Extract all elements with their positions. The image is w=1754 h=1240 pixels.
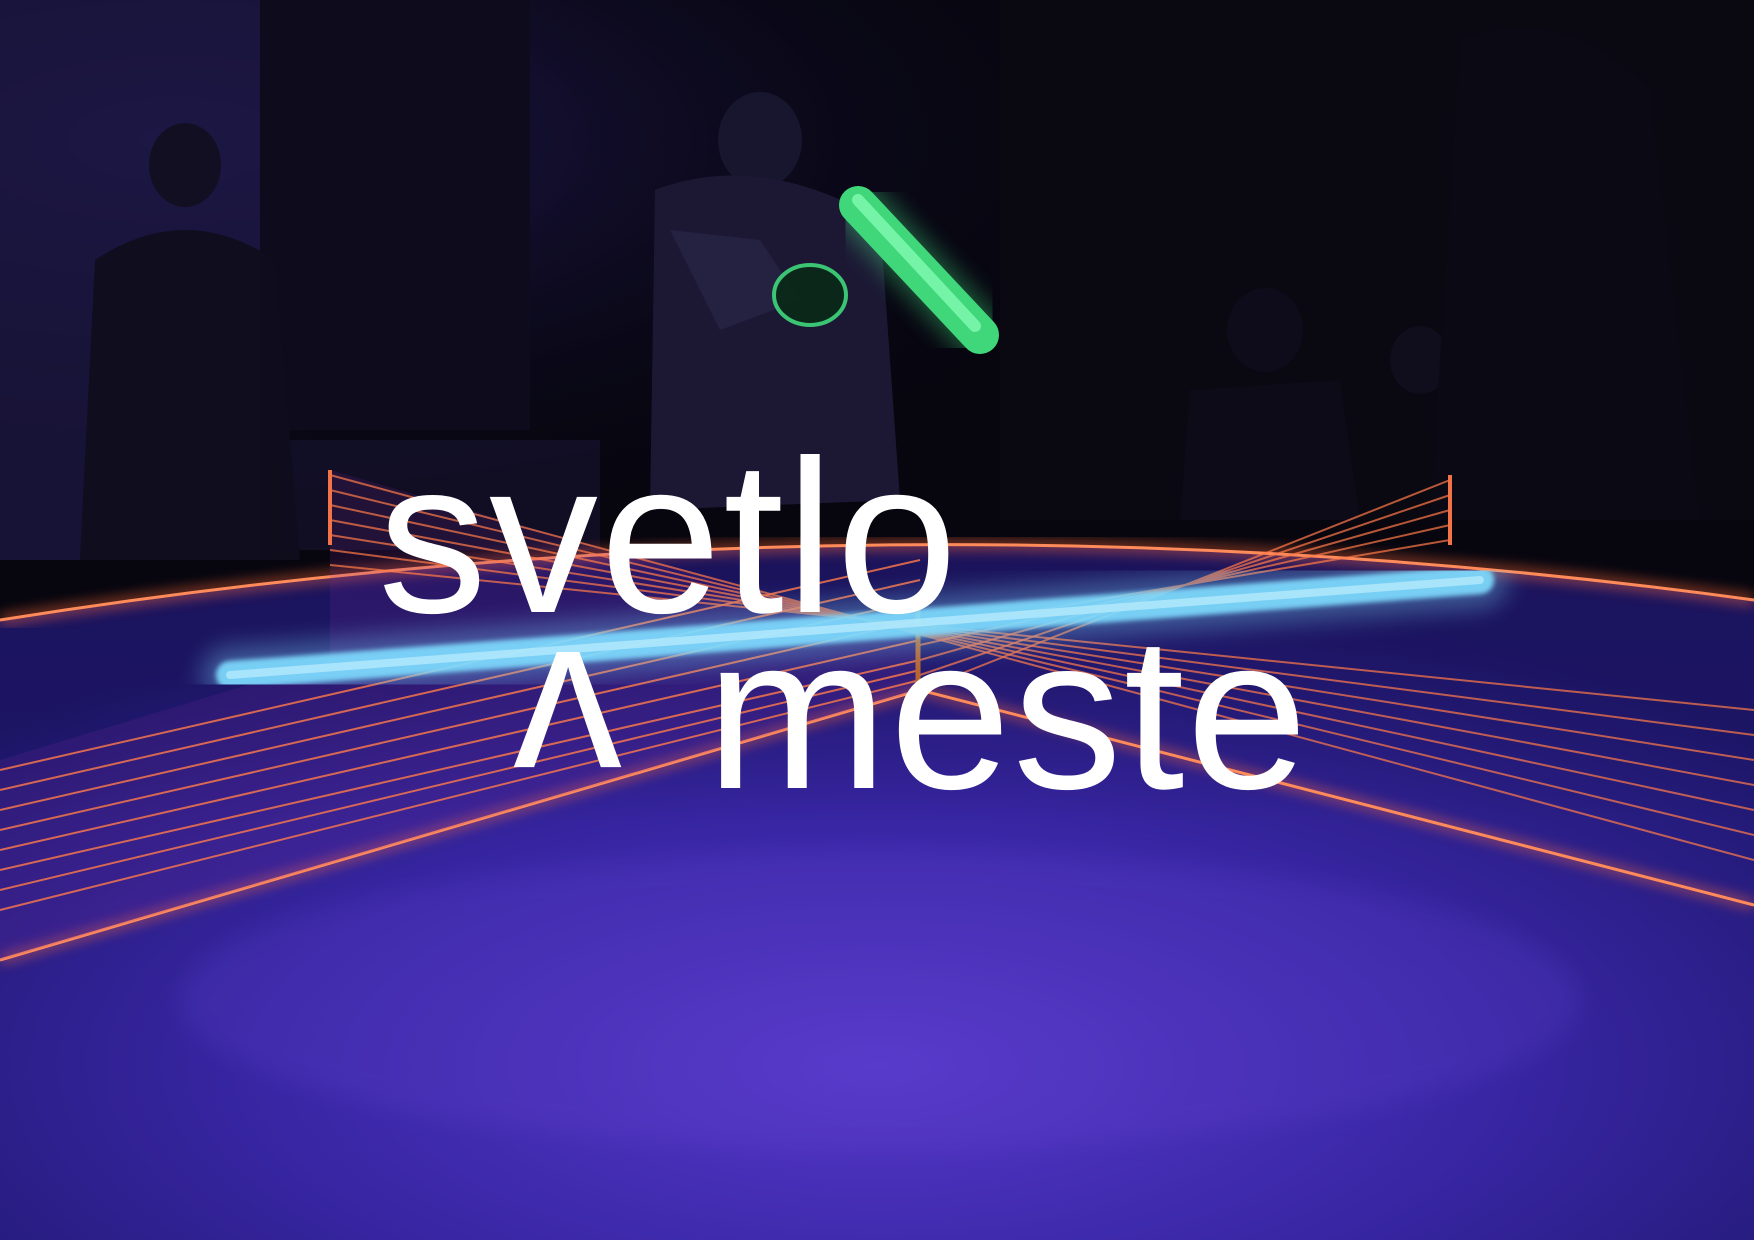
ping-pong-photo: [0, 0, 1754, 1240]
photo-scene: svetlo v meste: [0, 0, 1754, 1240]
